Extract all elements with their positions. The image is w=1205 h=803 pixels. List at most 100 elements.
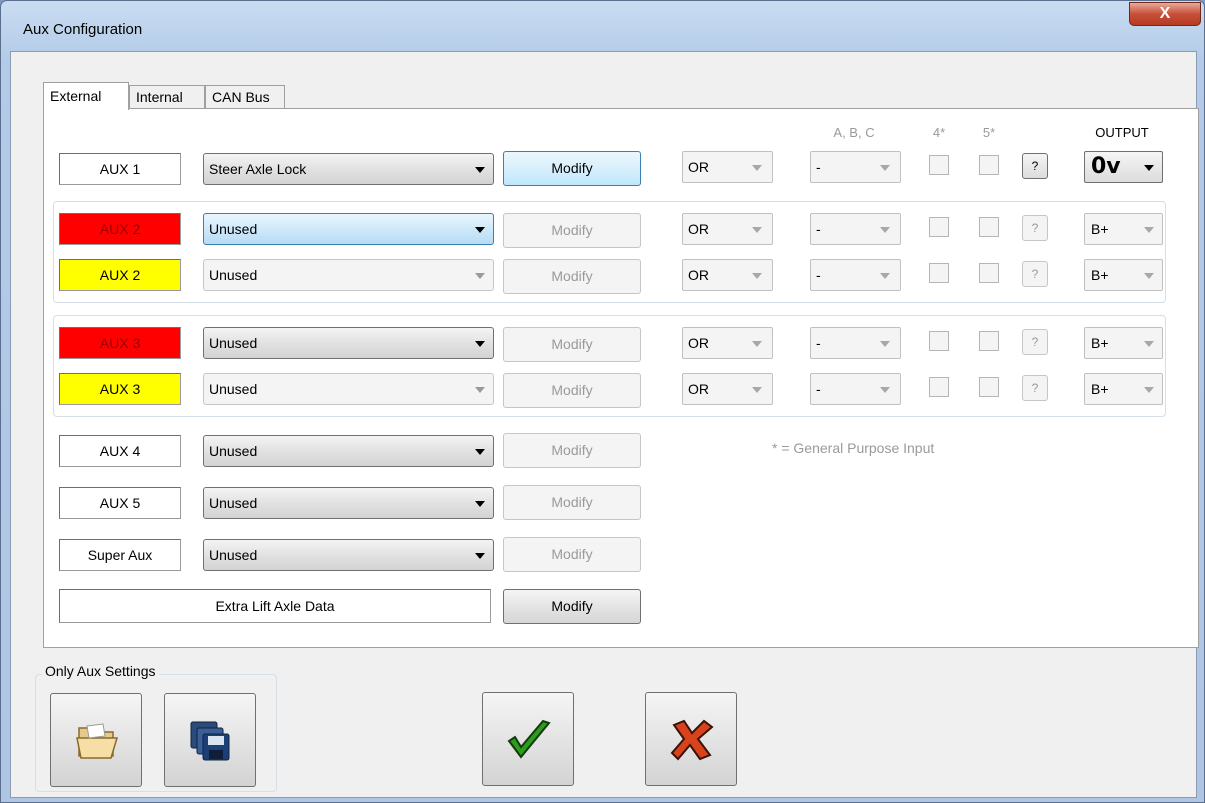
aux3-red-abc-value: -	[816, 335, 821, 351]
only-aux-settings-legend: Only Aux Settings	[42, 663, 159, 679]
aux1-function-select[interactable]: Steer Axle Lock	[203, 153, 494, 185]
super-aux-function-value: Unused	[209, 547, 258, 563]
aux2-yellow-output-select[interactable]: B+	[1084, 259, 1163, 291]
aux4-function-value: Unused	[209, 443, 258, 459]
aux3-yellow-output-select[interactable]: B+	[1084, 373, 1163, 405]
chevron-down-icon	[880, 341, 890, 347]
aux2-red-logic-select[interactable]: OR	[682, 213, 773, 245]
aux3-red-output-value: B+	[1091, 335, 1109, 351]
header-output: OUTPUT	[1095, 125, 1149, 140]
aux3-label-yellow: AUX 3	[59, 373, 181, 405]
chevron-down-icon	[475, 501, 485, 507]
aux2-red-abc-value: -	[816, 221, 821, 237]
chevron-down-icon	[475, 273, 485, 279]
chevron-down-icon	[475, 449, 485, 455]
chevron-down-icon	[1144, 165, 1154, 171]
aux5-function-select[interactable]: Unused	[203, 487, 494, 519]
aux3-yellow-output-value: B+	[1091, 381, 1109, 397]
aux2-yellow-input4-checkbox[interactable]	[929, 263, 949, 283]
aux2-label-red: AUX 2	[59, 213, 181, 245]
aux2-red-function-select[interactable]: Unused	[203, 213, 494, 245]
chevron-down-icon	[475, 387, 485, 393]
aux2-yellow-abc-select[interactable]: -	[810, 259, 901, 291]
aux3-yellow-modify-button[interactable]: Modify	[503, 373, 641, 408]
aux3-red-modify-button[interactable]: Modify	[503, 327, 641, 362]
external-tab-panel: A, B, C 4* 5* OUTPUT AUX 1 Steer Axle Lo…	[43, 108, 1199, 648]
aux2-yellow-modify-button[interactable]: Modify	[503, 259, 641, 294]
aux3-red-abc-select[interactable]: -	[810, 327, 901, 359]
aux4-function-select[interactable]: Unused	[203, 435, 494, 467]
aux1-abc-value: -	[816, 159, 821, 175]
window-title: Aux Configuration	[23, 21, 143, 38]
aux3-red-function-select[interactable]: Unused	[203, 327, 494, 359]
chevron-down-icon	[475, 341, 485, 347]
aux3-yellow-help-button[interactable]: ?	[1022, 375, 1048, 401]
tab-external[interactable]: External	[43, 82, 129, 110]
aux3-red-logic-value: OR	[688, 335, 709, 351]
aux2-red-input5-checkbox[interactable]	[979, 217, 999, 237]
chevron-down-icon	[475, 227, 485, 233]
chevron-down-icon	[1144, 341, 1154, 347]
chevron-down-icon	[475, 167, 485, 173]
aux3-red-output-select[interactable]: B+	[1084, 327, 1163, 359]
aux3-yellow-abc-select[interactable]: -	[810, 373, 901, 405]
aux1-input5-checkbox[interactable]	[979, 155, 999, 175]
aux2-red-input4-checkbox[interactable]	[929, 217, 949, 237]
aux1-input4-checkbox[interactable]	[929, 155, 949, 175]
aux5-modify-button[interactable]: Modify	[503, 485, 641, 520]
aux2-red-logic-value: OR	[688, 221, 709, 237]
open-settings-button[interactable]	[50, 693, 142, 787]
ok-button[interactable]	[482, 692, 574, 786]
aux5-function-value: Unused	[209, 495, 258, 511]
super-aux-label: Super Aux	[59, 539, 181, 571]
chevron-down-icon	[752, 165, 762, 171]
aux3-yellow-function-select[interactable]: Unused	[203, 373, 494, 405]
aux1-help-button[interactable]: ?	[1022, 153, 1048, 179]
aux3-yellow-input5-checkbox[interactable]	[979, 377, 999, 397]
super-aux-function-select[interactable]: Unused	[203, 539, 494, 571]
tab-can-bus[interactable]: CAN Bus	[205, 85, 285, 109]
aux1-logic-select[interactable]: OR	[682, 151, 773, 183]
aux2-yellow-abc-value: -	[816, 267, 821, 283]
aux3-yellow-logic-select[interactable]: OR	[682, 373, 773, 405]
aux4-label: AUX 4	[59, 435, 181, 467]
aux2-yellow-input5-checkbox[interactable]	[979, 263, 999, 283]
cancel-button[interactable]	[645, 692, 737, 786]
aux2-yellow-function-value: Unused	[209, 267, 258, 283]
chevron-down-icon	[880, 227, 890, 233]
aux2-yellow-function-select[interactable]: Unused	[203, 259, 494, 291]
aux2-red-help-button[interactable]: ?	[1022, 215, 1048, 241]
chevron-down-icon	[752, 227, 762, 233]
aux3-red-help-button[interactable]: ?	[1022, 329, 1048, 355]
aux3-yellow-abc-value: -	[816, 381, 821, 397]
aux4-modify-button[interactable]: Modify	[503, 433, 641, 468]
header-input-4: 4*	[932, 125, 946, 140]
aux3-label-red: AUX 3	[59, 327, 181, 359]
extra-lift-axle-modify-button[interactable]: Modify	[503, 589, 641, 624]
cross-icon	[670, 719, 714, 761]
aux2-red-output-select[interactable]: B+	[1084, 213, 1163, 245]
dialog-window: Aux Configuration X External Internal CA…	[0, 0, 1205, 803]
aux2-yellow-logic-select[interactable]: OR	[682, 259, 773, 291]
header-input-5: 5*	[982, 125, 996, 140]
aux1-output-select[interactable]: 0v	[1084, 151, 1163, 183]
chevron-down-icon	[1144, 227, 1154, 233]
aux3-red-logic-select[interactable]: OR	[682, 327, 773, 359]
aux1-abc-select[interactable]: -	[810, 151, 901, 183]
aux2-yellow-logic-value: OR	[688, 267, 709, 283]
aux3-yellow-input4-checkbox[interactable]	[929, 377, 949, 397]
aux3-yellow-logic-value: OR	[688, 381, 709, 397]
aux3-red-input4-checkbox[interactable]	[929, 331, 949, 351]
aux1-modify-button[interactable]: Modify	[503, 151, 641, 186]
aux5-label: AUX 5	[59, 487, 181, 519]
aux2-yellow-help-button[interactable]: ?	[1022, 261, 1048, 287]
aux3-red-input5-checkbox[interactable]	[979, 331, 999, 351]
super-aux-modify-button[interactable]: Modify	[503, 537, 641, 572]
chevron-down-icon	[475, 553, 485, 559]
tab-internal[interactable]: Internal	[129, 85, 205, 109]
save-disks-icon	[190, 721, 230, 761]
close-button[interactable]: X	[1129, 2, 1201, 26]
aux2-red-modify-button[interactable]: Modify	[503, 213, 641, 248]
aux2-red-abc-select[interactable]: -	[810, 213, 901, 245]
save-settings-button[interactable]	[164, 693, 256, 787]
